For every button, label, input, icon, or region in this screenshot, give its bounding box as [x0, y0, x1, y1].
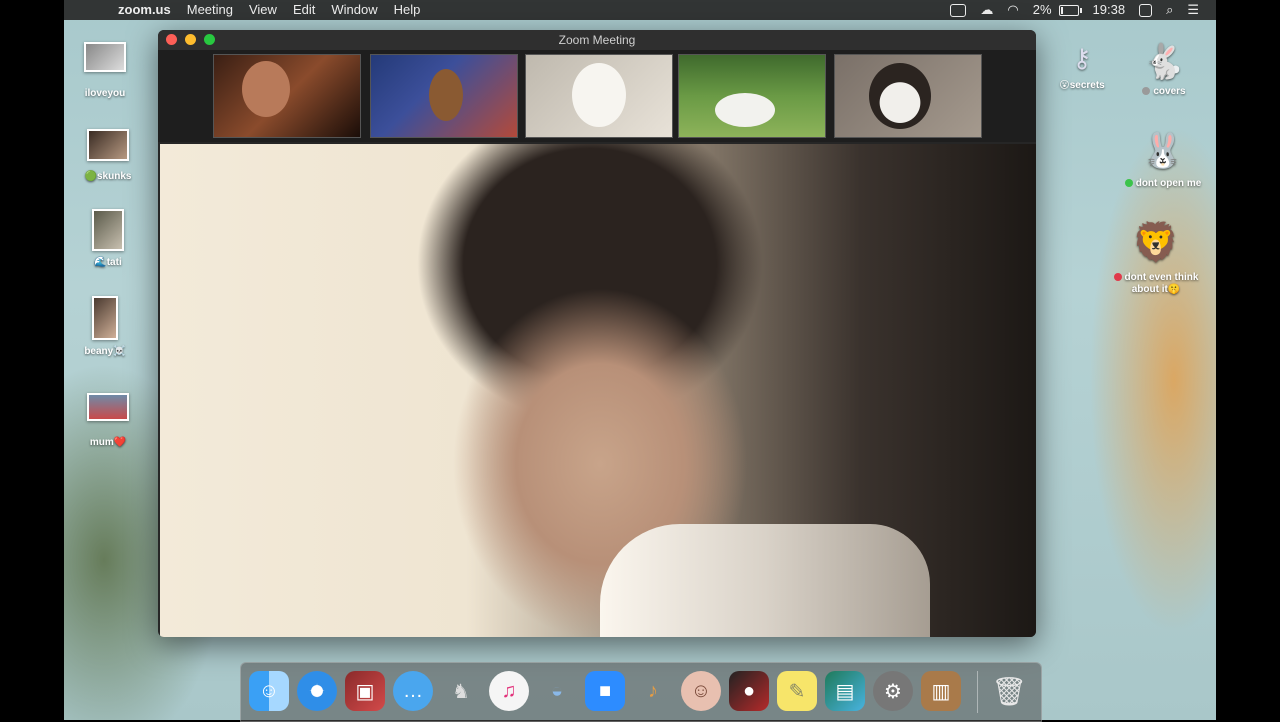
desktop-folder-secrets[interactable]: ⚷ 😮secrets — [1037, 44, 1127, 91]
participant-tile-5[interactable] — [834, 54, 982, 138]
desktop-icon-label: mum — [89, 437, 114, 448]
desktop-folder-iloveyou[interactable]: iloveyou — [60, 42, 150, 99]
clock[interactable]: 19:38 — [1086, 0, 1133, 20]
zoom-status-icon[interactable] — [943, 0, 973, 20]
participant-tile-1[interactable] — [213, 54, 361, 138]
lion-icon: 🦁 — [1132, 222, 1180, 264]
itunes-icon[interactable]: ♫ — [489, 671, 529, 711]
notification-center-icon[interactable]: ☰ — [1180, 0, 1206, 20]
finder-icon[interactable]: ☺ — [249, 671, 289, 711]
desktop-icon-label: iloveyou — [84, 88, 126, 99]
photo-thumbnail-icon — [87, 129, 129, 161]
menu-app-name[interactable]: zoom.us — [110, 0, 179, 20]
ai-icon[interactable]: ♞ — [441, 671, 481, 711]
battery-percent[interactable]: 2% — [1026, 0, 1059, 20]
photo-thumbnail-icon — [84, 42, 126, 72]
menu-bar: zoom.us Meeting View Edit Window Help ☁ … — [64, 0, 1216, 20]
desktop-folder-dont-even-think-about-it[interactable]: 🦁 dont even think about it🤫 — [1111, 218, 1201, 296]
desktop-icon-label: beany — [84, 346, 114, 357]
system-preferences-icon[interactable]: ⚙ — [873, 671, 913, 711]
face-icon[interactable]: ☺ — [681, 671, 721, 711]
video-content — [600, 524, 930, 637]
dock-separator — [977, 671, 978, 713]
photo-booth-icon[interactable]: ▣ — [345, 671, 385, 711]
safari-icon[interactable]: ✦ — [297, 671, 337, 711]
wifi-icon[interactable]: ◠ — [1000, 0, 1025, 20]
photo-thumbnail-icon — [87, 393, 129, 421]
desktop-folder-mum[interactable]: mum❤️ — [63, 393, 153, 448]
close-button[interactable] — [166, 34, 177, 45]
battery-icon[interactable] — [1058, 0, 1086, 20]
trash-icon[interactable]: 🗑 — [989, 671, 1029, 711]
key-icon: ⚷ — [1072, 43, 1092, 73]
window-title: Zoom Meeting — [558, 33, 636, 47]
minimize-button[interactable] — [185, 34, 196, 45]
dark-app-icon[interactable]: ● — [729, 671, 769, 711]
desktop-folder-tati[interactable]: 🌊tati — [63, 209, 153, 268]
desktop-icon-label: dont even think about it — [1124, 272, 1199, 295]
contacts-icon[interactable]: ▥ — [921, 671, 961, 711]
creative-cloud-icon[interactable]: ☁ — [973, 0, 1000, 20]
participant-tile-4[interactable] — [678, 54, 826, 138]
fullscreen-button[interactable] — [204, 34, 215, 45]
spotlight-search-icon[interactable]: ⌕ — [1159, 0, 1180, 20]
garageband-icon[interactable]: ♪ — [633, 671, 673, 711]
desktop-icon-tag: 🌊 — [94, 257, 107, 268]
dock: ☺ ✦ ▣ … ♞ ♫ ◒ ■ ♪ ☺ ● ✎ ▤ ⚙ ▥ 🗑 — [240, 662, 1042, 722]
desktop-icon-label: dont open me — [1135, 178, 1202, 189]
desktop-icon-label: skunks — [96, 171, 132, 182]
desktop-icon-tag: ❤️ — [113, 437, 127, 448]
rabbit-figure-icon: 🐰 — [1141, 132, 1185, 170]
seal-icon[interactable]: ◒ — [537, 671, 577, 711]
desktop-icon-tag: 😮 — [1059, 80, 1070, 91]
bunny-icon: 🐇 — [1142, 43, 1186, 81]
menu-view[interactable]: View — [241, 0, 285, 20]
participant-tile-2[interactable] — [370, 54, 518, 138]
desktop-icon-tag: ☠️ — [113, 346, 126, 357]
photo-thumbnail-icon — [92, 209, 124, 251]
desktop-icon-tag: 🤫 — [1167, 284, 1181, 295]
participant-tile-3[interactable] — [525, 54, 673, 138]
desktop-icon-label: tati — [106, 257, 122, 268]
desktop-folder-covers[interactable]: 🐇 covers — [1119, 42, 1209, 97]
stickies-icon[interactable]: ✎ — [777, 671, 817, 711]
zoom-icon[interactable]: ■ — [585, 671, 625, 711]
active-speaker-video[interactable] — [160, 144, 1036, 637]
menu-meeting[interactable]: Meeting — [179, 0, 241, 20]
letterbox-left — [0, 0, 64, 720]
menu-edit[interactable]: Edit — [285, 0, 323, 20]
desktop-folder-beany[interactable]: beany☠️ — [60, 296, 150, 357]
calendar-icon[interactable] — [1132, 0, 1159, 20]
menu-window[interactable]: Window — [323, 0, 385, 20]
participant-strip — [158, 50, 1036, 142]
desktop-icon-label: covers — [1153, 86, 1186, 97]
letterbox-right — [1216, 0, 1280, 720]
photo-thumbnail-icon — [92, 296, 118, 340]
desktop-folder-dont-open-me[interactable]: 🐰 dont open me — [1118, 128, 1208, 189]
messages-icon[interactable]: … — [393, 671, 433, 711]
zoom-meeting-window[interactable]: Zoom Meeting — [158, 30, 1036, 637]
desktop-icon-tag: 🟢 — [84, 171, 97, 182]
desktop-folder-skunks[interactable]: 🟢skunks — [63, 129, 153, 182]
preview-icon[interactable]: ▤ — [825, 671, 865, 711]
desktop-icon-label: secrets — [1069, 80, 1105, 91]
window-title-bar[interactable]: Zoom Meeting — [158, 30, 1036, 50]
menu-help[interactable]: Help — [386, 0, 429, 20]
